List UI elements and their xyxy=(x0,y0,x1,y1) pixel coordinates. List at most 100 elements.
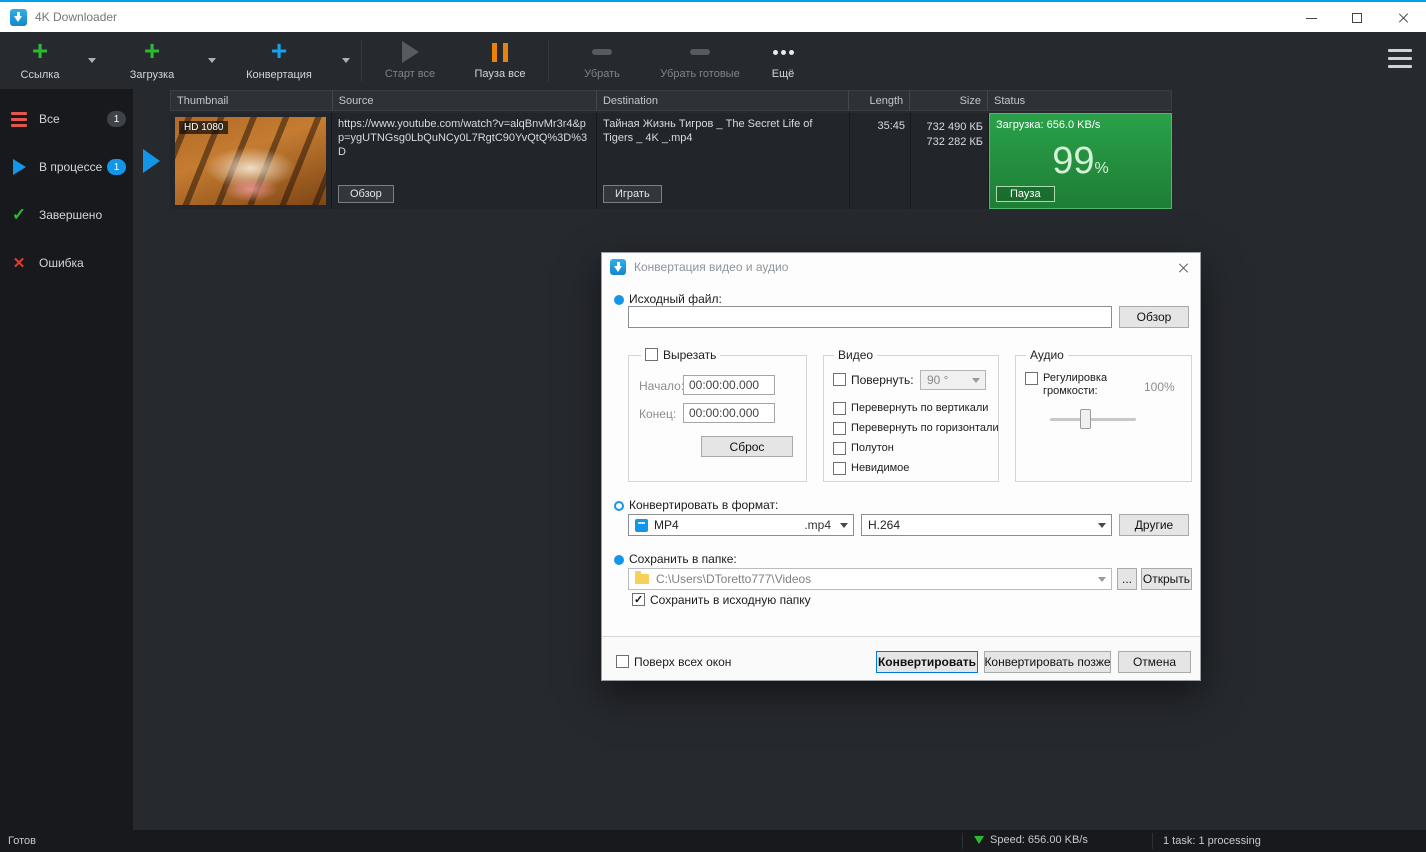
conversion-dialog: Конвертация видео и аудио Исходный файл:… xyxy=(601,252,1201,681)
format-select[interactable]: MP4 .mp4 xyxy=(628,514,854,536)
codec-select[interactable]: H.264 xyxy=(861,514,1112,536)
source-file-input[interactable] xyxy=(628,306,1112,328)
volume-slider[interactable] xyxy=(1050,409,1136,429)
flip-horizontal-label: Перевернуть по горизонтали xyxy=(851,422,999,434)
flip-horizontal-checkbox[interactable]: Перевернуть по горизонтали xyxy=(833,422,999,435)
cut-checkbox-label: Вырезать xyxy=(663,348,717,362)
checkbox-box xyxy=(833,462,846,475)
format-icon xyxy=(635,518,648,532)
play-file-button[interactable]: Играть xyxy=(603,185,662,203)
save-source-folder-checkbox[interactable]: Сохранить в исходную папку xyxy=(632,593,811,607)
table-header: Thumbnail Source Destination Length Size… xyxy=(170,90,1172,111)
table-row[interactable]: HD 1080 https://www.youtube.com/watch?v=… xyxy=(133,113,1172,209)
maximize-button[interactable] xyxy=(1334,2,1380,34)
format-extension: .mp4 xyxy=(804,518,831,532)
flip-vertical-checkbox[interactable]: Перевернуть по вертикали xyxy=(833,402,988,415)
source-file-radio[interactable] xyxy=(614,295,624,305)
pause-download-button[interactable]: Пауза xyxy=(996,186,1055,202)
status-cell: Загрузка: 656.0 KB/s 99% Пауза xyxy=(989,113,1172,209)
rotate-checkbox[interactable]: Повернуть: xyxy=(833,373,914,387)
volume-checkbox[interactable]: Регулировка громкости: xyxy=(1025,372,1125,398)
source-cell: https://www.youtube.com/watch?v=alqBnvMr… xyxy=(332,113,597,209)
save-folder-radio[interactable] xyxy=(614,555,624,565)
sidebar-item-in-progress[interactable]: В процессе 1 xyxy=(0,143,133,191)
check-icon xyxy=(10,205,28,225)
add-conversion-button[interactable]: + Конвертация xyxy=(224,32,334,89)
cut-start-label: Начало: xyxy=(639,379,685,393)
save-source-folder-label: Сохранить в исходную папку xyxy=(650,593,811,607)
always-on-top-checkbox[interactable]: Поверх всех окон xyxy=(616,655,731,669)
invisible-checkbox[interactable]: Невидимое xyxy=(833,462,909,475)
add-download-dropdown[interactable] xyxy=(200,32,224,89)
more-button[interactable]: Ещё xyxy=(748,32,818,89)
list-icon xyxy=(10,111,28,127)
video-group-title: Видео xyxy=(834,348,878,362)
sidebar-item-all[interactable]: Все 1 xyxy=(0,95,133,143)
add-link-button[interactable]: + Ссылка xyxy=(0,32,80,89)
add-link-dropdown[interactable] xyxy=(80,32,104,89)
speed-text: Speed: 656.00 KB/s xyxy=(990,834,1088,846)
chevron-down-icon xyxy=(1093,570,1110,588)
menu-button[interactable] xyxy=(1388,49,1412,68)
halftone-checkbox[interactable]: Полутон xyxy=(833,442,894,455)
source-url: https://www.youtube.com/watch?v=alqBnvMr… xyxy=(338,118,588,158)
other-formats-button[interactable]: Другие xyxy=(1119,514,1189,536)
progress-percent: 99% xyxy=(990,140,1171,183)
remove-button[interactable]: Убрать xyxy=(552,32,652,89)
checkbox-box xyxy=(833,373,846,386)
cut-end-input[interactable] xyxy=(683,403,775,423)
close-button[interactable] xyxy=(1380,2,1426,34)
count-badge: 1 xyxy=(107,159,126,175)
checkbox-box xyxy=(632,593,645,606)
audio-group-title: Аудио xyxy=(1026,348,1068,362)
column-header-thumbnail[interactable]: Thumbnail xyxy=(171,91,333,110)
app-icon xyxy=(610,259,626,275)
browse-button[interactable]: Обзор xyxy=(1119,306,1189,328)
sidebar-item-completed[interactable]: Завершено xyxy=(0,191,133,239)
pause-all-button[interactable]: Пауза все xyxy=(455,32,545,89)
cut-checkbox[interactable]: Вырезать xyxy=(645,348,716,362)
cut-reset-button[interactable]: Сброс xyxy=(701,436,793,457)
rotate-angle-select[interactable]: 90 ° xyxy=(920,370,986,390)
volume-slider-thumb[interactable] xyxy=(1080,409,1091,429)
rotate-angle-value: 90 ° xyxy=(927,373,949,387)
browse-source-button[interactable]: Обзор xyxy=(338,185,394,203)
column-header-source[interactable]: Source xyxy=(333,91,597,110)
save-folder-select[interactable]: C:\Users\DToretto777\Videos xyxy=(628,568,1112,590)
downloading-icon xyxy=(143,149,160,173)
checkbox-box xyxy=(1025,372,1038,385)
more-label: Ещё xyxy=(771,68,795,80)
close-icon xyxy=(1397,12,1409,24)
start-all-button[interactable]: Старт все xyxy=(365,32,455,89)
cut-start-input[interactable] xyxy=(683,375,775,395)
column-header-status[interactable]: Status xyxy=(988,91,1171,110)
format-radio[interactable] xyxy=(614,501,624,511)
pause-icon xyxy=(492,41,508,63)
add-download-button[interactable]: + Загрузка xyxy=(104,32,200,89)
volume-value: 100% xyxy=(1144,380,1175,394)
video-length: 35:45 xyxy=(877,120,905,132)
folder-browse-button[interactable]: ... xyxy=(1117,568,1137,590)
minimize-button[interactable] xyxy=(1288,2,1334,34)
column-header-destination[interactable]: Destination xyxy=(597,91,850,110)
flip-vertical-label: Перевернуть по вертикали xyxy=(851,402,989,414)
play-icon xyxy=(10,159,28,175)
statusbar-divider xyxy=(962,833,963,849)
sidebar-item-error[interactable]: Ошибка xyxy=(0,239,133,287)
dialog-close-button[interactable] xyxy=(1177,262,1189,274)
cancel-button[interactable]: Отмена xyxy=(1118,651,1191,673)
column-header-size[interactable]: Size xyxy=(910,91,988,110)
format-value: MP4 xyxy=(654,518,679,532)
quality-badge: HD 1080 xyxy=(179,121,229,134)
add-conversion-dropdown[interactable] xyxy=(334,32,358,89)
column-header-length[interactable]: Length xyxy=(849,91,911,110)
status-bar: Готов Speed: 656.00 KB/s 1 task: 1 proce… xyxy=(0,830,1426,852)
add-conversion-label: Конвертация xyxy=(246,69,312,81)
open-folder-button[interactable]: Открыть xyxy=(1141,568,1192,590)
file-size: 732 490 КБ 732 282 КБ xyxy=(911,113,988,157)
remove-finished-label: Убрать готовые xyxy=(660,68,740,80)
checkbox-box xyxy=(616,655,629,668)
convert-later-button[interactable]: Конвертировать позже xyxy=(984,651,1111,673)
convert-button[interactable]: Конвертировать xyxy=(876,651,978,673)
remove-finished-button[interactable]: Убрать готовые xyxy=(652,32,748,89)
